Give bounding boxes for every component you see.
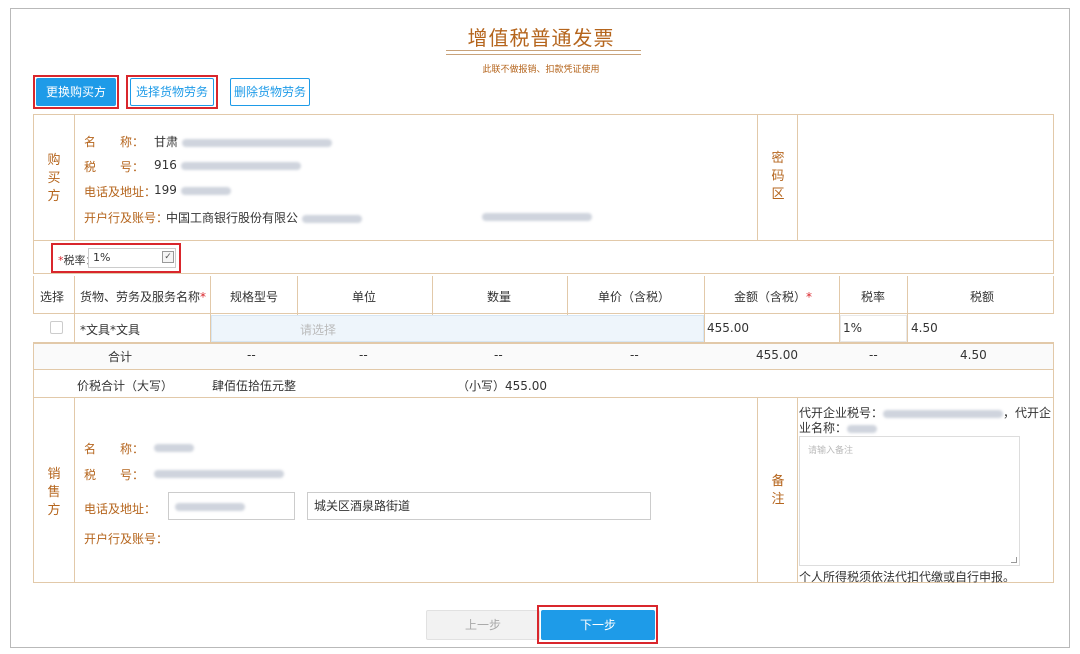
seller-address-input[interactable]: 城关区酒泉路街道 [307, 492, 651, 520]
invoice-subtitle: 此联不做报销、扣款凭证使用 [482, 65, 600, 75]
editable-cells [211, 315, 704, 342]
delete-goods-button[interactable]: 删除货物劳务 [230, 78, 310, 106]
seller-addr-label: 电话及地址： [84, 502, 157, 516]
buyer-addr-label: 电话及地址： [84, 185, 157, 199]
seller-tax-value [154, 466, 284, 480]
row-amount[interactable]: 455.00 [707, 321, 749, 335]
row-rate: 1% [843, 321, 863, 335]
invoice-title: 增值税普通发票 [467, 26, 615, 50]
highlight-box [33, 75, 119, 109]
divider [74, 398, 75, 583]
title-underline [446, 50, 641, 51]
col-header-rate: 税率 [861, 290, 886, 304]
remark-placeholder: 请输入备注 [808, 446, 854, 456]
seller-bank-label: 开户行及账号： [84, 532, 169, 546]
agent-name-line: 业名称： [799, 419, 878, 436]
total-unit: -- [359, 348, 368, 362]
password-area-label: 密 码 区 [771, 151, 785, 202]
buyer-name-value: 甘肃 [154, 133, 332, 150]
total-rate: -- [869, 348, 878, 362]
buyer-section-label: 购 买 方 [47, 153, 61, 204]
remark-textarea[interactable]: 请输入备注 [799, 436, 1020, 566]
grand-total-lowercase: （小写）455.00 [457, 379, 548, 393]
col-header-select: 选择 [40, 290, 65, 304]
buyer-tax-value: 916 [154, 158, 301, 172]
col-header-qty: 数量 [487, 290, 512, 304]
remark-note: 个人所得税须依法代扣代缴或自行申报。 [799, 570, 1016, 584]
divider [757, 114, 758, 241]
remark-label: 备 注 [771, 474, 785, 507]
divider [797, 114, 798, 241]
row-unit-select[interactable]: 请选择 [300, 321, 336, 338]
total-amount: 455.00 [756, 348, 798, 362]
buyer-tax-label: 税 号： [84, 160, 145, 174]
buyer-account-value [482, 209, 592, 223]
col-header-spec: 规格型号 [230, 290, 279, 304]
row-checkbox[interactable] [50, 321, 63, 334]
resize-handle-icon[interactable] [1011, 557, 1017, 563]
title-underline [446, 54, 641, 55]
col-header-name: 货物、劳务及服务名称* [80, 290, 207, 304]
divider [74, 276, 75, 343]
seller-phone-input[interactable] [168, 492, 295, 520]
seller-name-label: 名 称： [84, 442, 145, 456]
grand-total-label: 价税合计（大写） [77, 379, 174, 393]
seller-section-label: 销 售 方 [47, 467, 61, 518]
total-row [33, 343, 1054, 370]
divider [757, 398, 758, 583]
seller-name-value [154, 440, 194, 454]
tax-rate-dropdown-icon[interactable]: ✓ [162, 251, 174, 263]
total-spec: -- [247, 348, 256, 362]
divider [74, 114, 75, 241]
col-header-tax: 税额 [970, 290, 995, 304]
col-header-unit: 单位 [352, 290, 377, 304]
buyer-name-label: 名 称： [84, 135, 145, 149]
divider [797, 398, 798, 583]
col-header-price: 单价（含税） [598, 290, 671, 304]
total-label: 合计 [108, 350, 133, 364]
total-price: -- [630, 348, 639, 362]
col-header-amount: 金额（含税）* [734, 290, 813, 304]
total-tax: 4.50 [960, 348, 987, 362]
divider [704, 276, 705, 343]
grand-total-uppercase: 肆佰伍拾伍元整 [212, 379, 297, 393]
buyer-addr-value: 199 [154, 183, 231, 197]
tax-rate-row [33, 240, 1054, 274]
buyer-bank-value: 中国工商银行股份有限公 [166, 209, 362, 226]
highlight-box [126, 75, 218, 109]
prev-step-button[interactable]: 上一步 [426, 610, 540, 640]
seller-tax-label: 税 号： [84, 468, 145, 482]
row-goods-name[interactable]: *文具*文具 [80, 321, 140, 338]
divider [907, 276, 908, 343]
row-tax: 4.50 [911, 321, 938, 335]
highlight-box [537, 605, 658, 644]
buyer-bank-label: 开户行及账号： [84, 211, 169, 225]
total-qty: -- [494, 348, 503, 362]
